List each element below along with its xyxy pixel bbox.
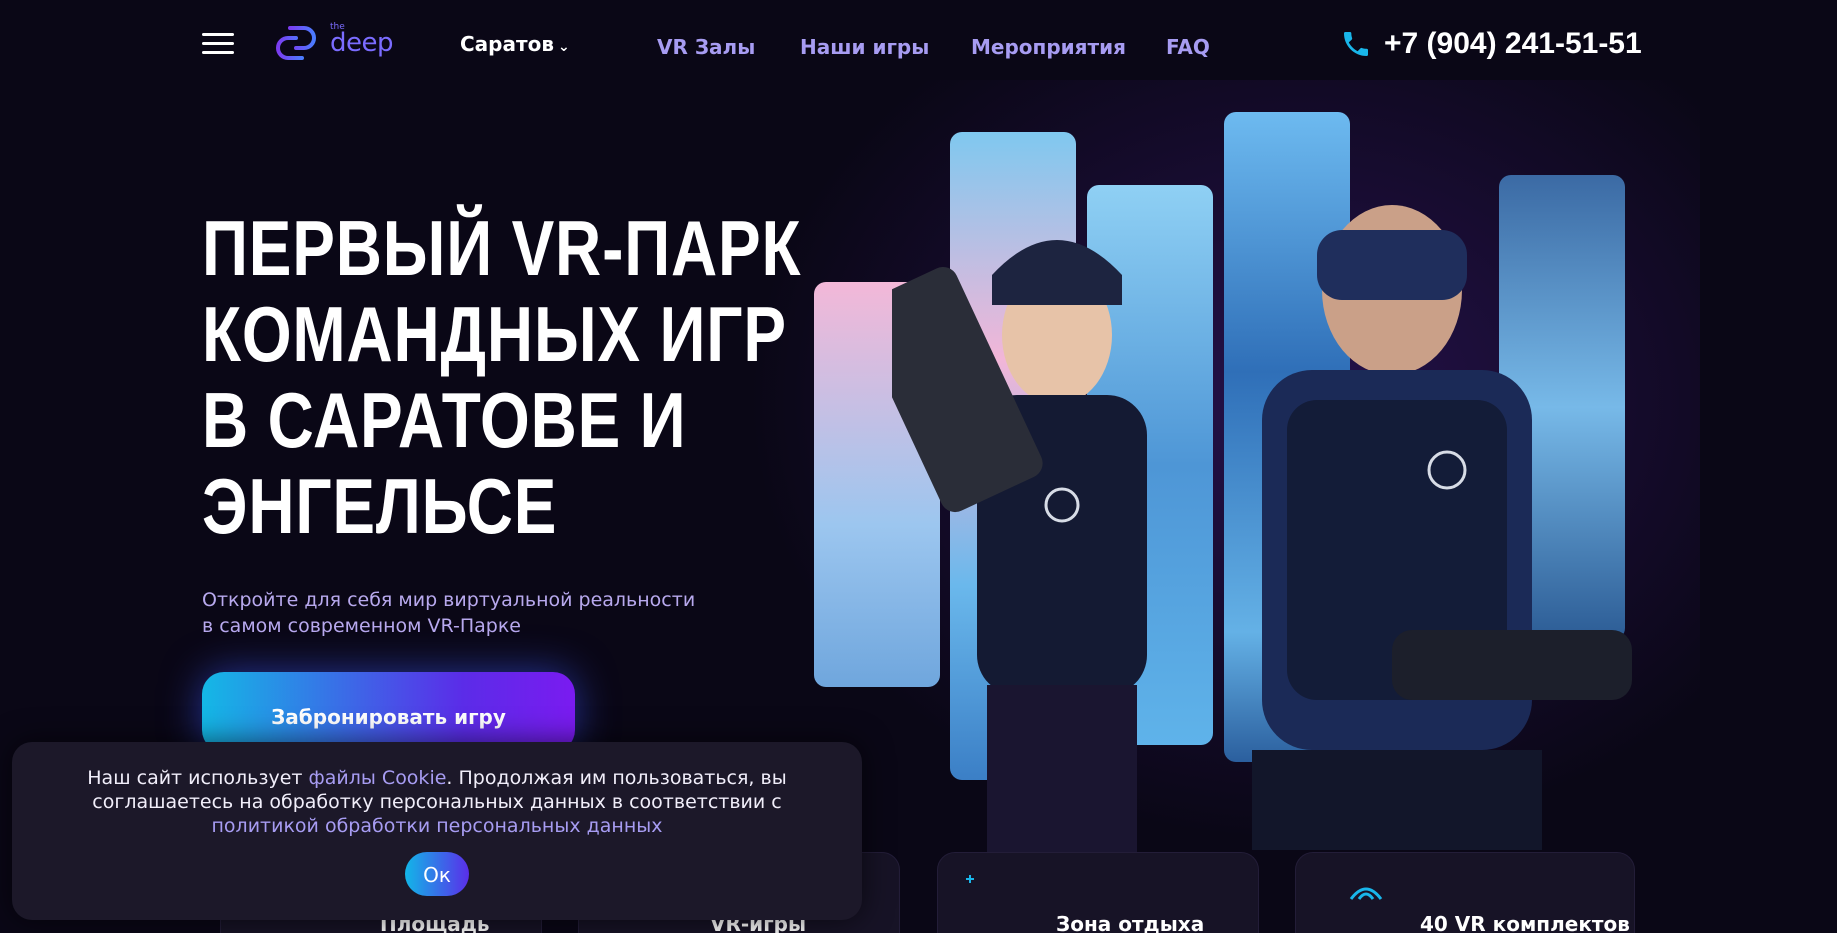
feature-label: 40 VR комплектов	[1420, 912, 1630, 933]
phone-link[interactable]: +7 (904) 241-51-51	[1340, 26, 1642, 62]
hero-title-line: В САРАТОВЕ И	[202, 376, 687, 464]
site-logo[interactable]: the deep	[272, 18, 402, 68]
menu-icon[interactable]	[202, 33, 234, 55]
logo-text: deep	[330, 28, 394, 58]
hero-image	[812, 110, 1632, 855]
nav-faq[interactable]: FAQ	[1166, 35, 1210, 59]
cookie-ok-button[interactable]: Ок	[405, 852, 469, 896]
cookie-text: Наш сайт использует файлы Cookie. Продол…	[52, 766, 822, 838]
book-game-button[interactable]: Забронировать игру	[202, 672, 575, 752]
nav-games[interactable]: Наши игры	[800, 35, 929, 59]
logo-icon	[276, 22, 316, 64]
nav-vr-halls[interactable]: VR Залы	[657, 35, 755, 59]
phone-icon	[1344, 32, 1368, 56]
hero-subtitle: Откройте для себя мир виртуальной реальн…	[202, 587, 722, 639]
player-man	[1252, 205, 1632, 850]
cookie-files-link[interactable]: файлы Cookie	[309, 767, 447, 789]
hero-title: ПЕРВЫЙ VR-ПАРК КОМАНДНЫХ ИГР В САРАТОВЕ …	[202, 204, 802, 550]
nav-events[interactable]: Мероприятия	[971, 35, 1126, 59]
site-header: the deep Саратов ⌄ VR Залы Наши игры Меро…	[0, 0, 1837, 90]
feature-label: Зона отдыха	[1056, 912, 1205, 933]
cookie-text-part: Наш сайт использует	[87, 767, 309, 789]
player-woman	[892, 240, 1147, 855]
sofa-icon	[966, 875, 974, 883]
hero-title-line: ЭНГЕЛЬСЕ	[202, 462, 558, 550]
hero-title-line: КОМАНДНЫХ ИГР	[202, 290, 787, 378]
city-selector[interactable]: Саратов ⌄	[460, 32, 570, 56]
privacy-policy-link[interactable]: политикой обработки персональных данных	[212, 815, 663, 837]
wifi-icon	[1349, 887, 1383, 900]
phone-number: +7 (904) 241-51-51	[1384, 27, 1642, 60]
chevron-down-icon: ⌄	[557, 39, 570, 55]
city-label: Саратов	[460, 32, 554, 56]
hero-subtitle-line: в самом современном VR-Парке	[202, 615, 521, 637]
cookie-banner: Наш сайт использует файлы Cookie. Продол…	[12, 742, 862, 920]
hero-subtitle-line: Откройте для себя мир виртуальной реальн…	[202, 589, 696, 611]
hero-title-line: ПЕРВЫЙ VR-ПАРК	[202, 204, 802, 292]
